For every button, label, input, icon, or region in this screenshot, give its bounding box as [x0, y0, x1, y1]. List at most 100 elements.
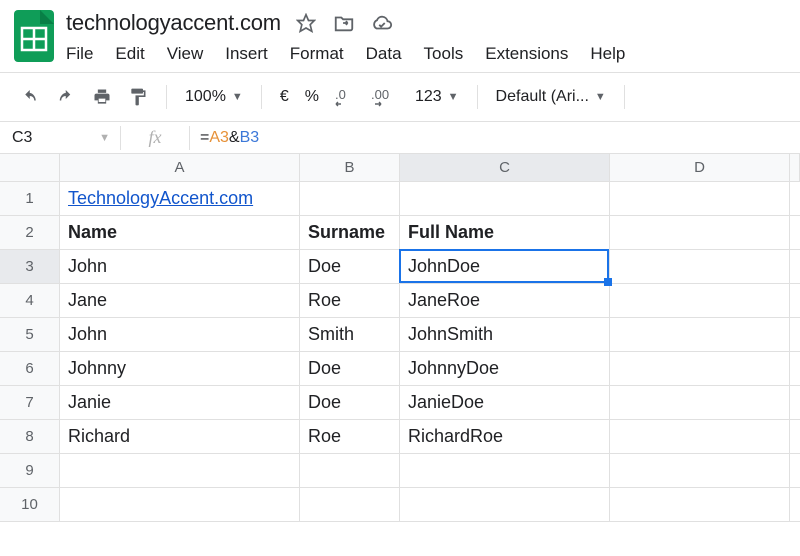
currency-button[interactable]: € [274, 88, 295, 106]
cell[interactable] [610, 420, 790, 454]
cell[interactable] [610, 182, 790, 216]
font-dropdown[interactable]: Default (Ari...▼ [490, 88, 612, 106]
row-header[interactable]: 3 [0, 250, 60, 284]
cell[interactable]: Smith [300, 318, 400, 352]
cell[interactable]: RichardRoe [400, 420, 610, 454]
row-header[interactable]: 9 [0, 454, 60, 488]
menu-view[interactable]: View [157, 40, 214, 68]
cell[interactable]: TechnologyAccent.com [60, 182, 300, 216]
cell[interactable] [610, 216, 790, 250]
column-header[interactable] [790, 154, 800, 182]
row-header[interactable]: 10 [0, 488, 60, 522]
row-header[interactable]: 1 [0, 182, 60, 216]
cell[interactable] [610, 284, 790, 318]
menu-edit[interactable]: Edit [105, 40, 154, 68]
cell[interactable]: Roe [300, 284, 400, 318]
column-header[interactable]: A [60, 154, 300, 182]
select-all-corner[interactable] [0, 154, 60, 182]
cell[interactable] [790, 250, 800, 284]
fx-icon: fx [121, 127, 189, 148]
cell[interactable] [790, 488, 800, 522]
cell[interactable]: Richard [60, 420, 300, 454]
cell[interactable] [400, 488, 610, 522]
svg-text:.00: .00 [371, 87, 389, 102]
cell[interactable]: Doe [300, 386, 400, 420]
toolbar: 100%▼ € % .0 .00 123▼ Default (Ari...▼ [0, 73, 800, 121]
cell[interactable]: Johnny [60, 352, 300, 386]
cell[interactable] [790, 386, 800, 420]
cell[interactable] [790, 216, 800, 250]
cell[interactable] [790, 182, 800, 216]
cell[interactable] [610, 250, 790, 284]
zoom-dropdown[interactable]: 100%▼ [179, 88, 249, 106]
cell[interactable] [60, 454, 300, 488]
toolbar-sep [624, 85, 625, 109]
cell[interactable]: John [60, 318, 300, 352]
menu-file[interactable]: File [66, 40, 103, 68]
cell[interactable] [610, 318, 790, 352]
cell[interactable]: John [60, 250, 300, 284]
formula-bar: C3 ▼ fx =A3&B3 [0, 122, 800, 154]
print-icon[interactable] [86, 81, 118, 113]
cell[interactable]: Surname [300, 216, 400, 250]
formula-input[interactable]: =A3&B3 [190, 129, 259, 147]
cell[interactable] [400, 182, 610, 216]
percent-button[interactable]: % [299, 88, 325, 106]
row-header[interactable]: 6 [0, 352, 60, 386]
menu-data[interactable]: Data [356, 40, 412, 68]
cell[interactable]: JanieDoe [400, 386, 610, 420]
star-icon[interactable] [295, 12, 317, 34]
undo-icon[interactable] [14, 81, 46, 113]
cell[interactable] [790, 284, 800, 318]
cell[interactable] [300, 454, 400, 488]
cell[interactable]: JohnSmith [400, 318, 610, 352]
cell[interactable] [790, 454, 800, 488]
column-header[interactable]: B [300, 154, 400, 182]
row-header[interactable]: 2 [0, 216, 60, 250]
cell[interactable]: Doe [300, 250, 400, 284]
cell[interactable]: Roe [300, 420, 400, 454]
cell[interactable]: Full Name [400, 216, 610, 250]
cell[interactable] [610, 352, 790, 386]
cell[interactable]: Jane [60, 284, 300, 318]
column-header[interactable]: C [400, 154, 610, 182]
row-header[interactable]: 5 [0, 318, 60, 352]
decrease-decimal-button[interactable]: .0 [329, 81, 361, 113]
row-header[interactable]: 8 [0, 420, 60, 454]
name-box[interactable]: C3 ▼ [0, 129, 120, 147]
menu-format[interactable]: Format [280, 40, 354, 68]
cell[interactable]: Janie [60, 386, 300, 420]
redo-icon[interactable] [50, 81, 82, 113]
menu-help[interactable]: Help [580, 40, 635, 68]
row-header[interactable]: 4 [0, 284, 60, 318]
doc-title[interactable]: technologyaccent.com [66, 10, 281, 36]
cell[interactable] [400, 454, 610, 488]
cell[interactable]: JaneRoe [400, 284, 610, 318]
column-header[interactable]: D [610, 154, 790, 182]
menu-tools[interactable]: Tools [414, 40, 474, 68]
cell[interactable] [60, 488, 300, 522]
menu-insert[interactable]: Insert [215, 40, 278, 68]
toolbar-sep [166, 85, 167, 109]
cell[interactable] [610, 454, 790, 488]
cell[interactable]: Doe [300, 352, 400, 386]
paint-format-icon[interactable] [122, 81, 154, 113]
cell[interactable] [300, 488, 400, 522]
more-formats-dropdown[interactable]: 123▼ [409, 88, 465, 106]
spreadsheet-grid: ABCD 1TechnologyAccent.com2NameSurnameFul… [0, 154, 800, 522]
cell[interactable] [790, 352, 800, 386]
sheets-logo[interactable] [12, 8, 56, 64]
cell[interactable] [790, 420, 800, 454]
menu-extensions[interactable]: Extensions [475, 40, 578, 68]
cloud-status-icon[interactable] [371, 12, 393, 34]
cell[interactable]: JohnnyDoe [400, 352, 610, 386]
cell[interactable] [610, 386, 790, 420]
cell[interactable]: Name [60, 216, 300, 250]
cell[interactable] [610, 488, 790, 522]
cell[interactable]: JohnDoe [400, 250, 610, 284]
cell[interactable] [790, 318, 800, 352]
cell[interactable] [300, 182, 400, 216]
increase-decimal-button[interactable]: .00 [365, 81, 405, 113]
row-header[interactable]: 7 [0, 386, 60, 420]
move-folder-icon[interactable] [333, 12, 355, 34]
